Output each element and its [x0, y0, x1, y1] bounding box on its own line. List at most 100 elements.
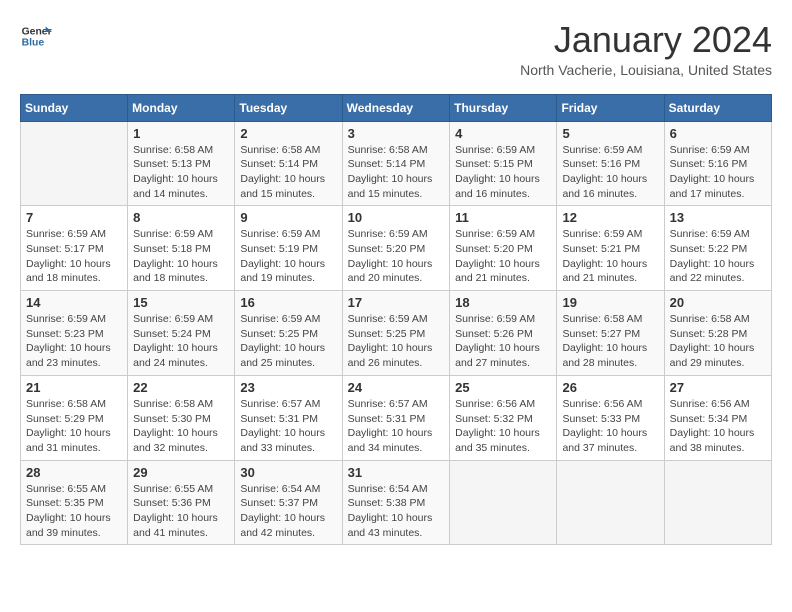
calendar-cell: 14 Sunrise: 6:59 AMSunset: 5:23 PMDayligh… [21, 291, 128, 376]
calendar-cell: 24 Sunrise: 6:57 AMSunset: 5:31 PMDayligh… [342, 375, 450, 460]
day-info: Sunrise: 6:59 AMSunset: 5:25 PMDaylight:… [348, 312, 445, 371]
svg-text:Blue: Blue [22, 38, 45, 49]
day-number: 25 [455, 380, 551, 395]
calendar-cell: 23 Sunrise: 6:57 AMSunset: 5:31 PMDayligh… [235, 375, 342, 460]
day-info: Sunrise: 6:54 AMSunset: 5:38 PMDaylight:… [348, 482, 445, 541]
day-info: Sunrise: 6:56 AMSunset: 5:33 PMDaylight:… [562, 397, 658, 456]
day-info: Sunrise: 6:59 AMSunset: 5:21 PMDaylight:… [562, 227, 658, 286]
calendar-cell: 10Sunrise: 6:59 AMSunset: 5:20 PMDayligh… [342, 206, 450, 291]
day-of-week-header: Tuesday [235, 94, 342, 121]
title-block: January 2024 North Vacherie, Louisiana, … [520, 20, 772, 78]
day-info: Sunrise: 6:59 AMSunset: 5:20 PMDaylight:… [455, 227, 551, 286]
calendar-table: SundayMondayTuesdayWednesdayThursdayFrid… [20, 94, 772, 546]
day-info: Sunrise: 6:59 AMSunset: 5:23 PMDaylight:… [26, 312, 122, 371]
day-info: Sunrise: 6:59 AMSunset: 5:26 PMDaylight:… [455, 312, 551, 371]
day-of-week-header: Thursday [450, 94, 557, 121]
day-number: 12 [562, 210, 658, 225]
day-number: 28 [26, 465, 122, 480]
day-number: 31 [348, 465, 445, 480]
calendar-cell: 1 Sunrise: 6:58 AMSunset: 5:13 PMDaylight… [128, 121, 235, 206]
day-info: Sunrise: 6:58 AMSunset: 5:28 PMDaylight:… [670, 312, 766, 371]
day-info: Sunrise: 6:58 AMSunset: 5:27 PMDaylight:… [562, 312, 658, 371]
calendar-cell: 19 Sunrise: 6:58 AMSunset: 5:27 PMDayligh… [557, 291, 664, 376]
calendar-cell [21, 121, 128, 206]
page-header: General Blue January 2024 North Vacherie… [20, 20, 772, 78]
day-number: 4 [455, 126, 551, 141]
calendar-cell: 6 Sunrise: 6:59 AMSunset: 5:16 PMDaylight… [664, 121, 771, 206]
calendar-cell: 29 Sunrise: 6:55 AMSunset: 5:36 PMDayligh… [128, 460, 235, 545]
calendar-cell: 30Sunrise: 6:54 AMSunset: 5:37 PMDayligh… [235, 460, 342, 545]
calendar-cell: 12 Sunrise: 6:59 AMSunset: 5:21 PMDayligh… [557, 206, 664, 291]
calendar-cell: 7 Sunrise: 6:59 AMSunset: 5:17 PMDaylight… [21, 206, 128, 291]
day-of-week-header: Monday [128, 94, 235, 121]
calendar-cell: 20Sunrise: 6:58 AMSunset: 5:28 PMDayligh… [664, 291, 771, 376]
calendar-cell: 22 Sunrise: 6:58 AMSunset: 5:30 PMDayligh… [128, 375, 235, 460]
day-of-week-header: Friday [557, 94, 664, 121]
day-number: 15 [133, 295, 229, 310]
day-number: 30 [240, 465, 336, 480]
calendar-week-row: 7 Sunrise: 6:59 AMSunset: 5:17 PMDaylight… [21, 206, 772, 291]
month-title: January 2024 [520, 20, 772, 60]
day-info: Sunrise: 6:59 AMSunset: 5:20 PMDaylight:… [348, 227, 445, 286]
calendar-cell [557, 460, 664, 545]
days-of-week-row: SundayMondayTuesdayWednesdayThursdayFrid… [21, 94, 772, 121]
day-info: Sunrise: 6:55 AMSunset: 5:36 PMDaylight:… [133, 482, 229, 541]
day-number: 5 [562, 126, 658, 141]
day-info: Sunrise: 6:58 AMSunset: 5:13 PMDaylight:… [133, 143, 229, 202]
day-number: 24 [348, 380, 445, 395]
day-of-week-header: Sunday [21, 94, 128, 121]
calendar-cell: 9Sunrise: 6:59 AMSunset: 5:19 PMDaylight… [235, 206, 342, 291]
calendar-cell: 11 Sunrise: 6:59 AMSunset: 5:20 PMDayligh… [450, 206, 557, 291]
calendar-cell: 4 Sunrise: 6:59 AMSunset: 5:15 PMDaylight… [450, 121, 557, 206]
day-number: 26 [562, 380, 658, 395]
day-info: Sunrise: 6:59 AMSunset: 5:15 PMDaylight:… [455, 143, 551, 202]
day-info: Sunrise: 6:56 AMSunset: 5:34 PMDaylight:… [670, 397, 766, 456]
day-number: 6 [670, 126, 766, 141]
day-info: Sunrise: 6:57 AMSunset: 5:31 PMDaylight:… [348, 397, 445, 456]
calendar-cell: 18Sunrise: 6:59 AMSunset: 5:26 PMDayligh… [450, 291, 557, 376]
calendar-cell: 8Sunrise: 6:59 AMSunset: 5:18 PMDaylight… [128, 206, 235, 291]
day-number: 19 [562, 295, 658, 310]
calendar-week-row: 21Sunrise: 6:58 AMSunset: 5:29 PMDayligh… [21, 375, 772, 460]
day-number: 17 [348, 295, 445, 310]
calendar-cell [664, 460, 771, 545]
day-info: Sunrise: 6:59 AMSunset: 5:24 PMDaylight:… [133, 312, 229, 371]
day-number: 14 [26, 295, 122, 310]
day-number: 1 [133, 126, 229, 141]
calendar-cell: 25Sunrise: 6:56 AMSunset: 5:32 PMDayligh… [450, 375, 557, 460]
calendar-cell: 21Sunrise: 6:58 AMSunset: 5:29 PMDayligh… [21, 375, 128, 460]
day-info: Sunrise: 6:59 AMSunset: 5:16 PMDaylight:… [670, 143, 766, 202]
logo-icon: General Blue [20, 20, 52, 52]
day-info: Sunrise: 6:59 AMSunset: 5:22 PMDaylight:… [670, 227, 766, 286]
calendar-cell: 15 Sunrise: 6:59 AMSunset: 5:24 PMDayligh… [128, 291, 235, 376]
calendar-cell [450, 460, 557, 545]
day-number: 23 [240, 380, 336, 395]
day-number: 29 [133, 465, 229, 480]
day-info: Sunrise: 6:55 AMSunset: 5:35 PMDaylight:… [26, 482, 122, 541]
day-number: 7 [26, 210, 122, 225]
calendar-cell: 26 Sunrise: 6:56 AMSunset: 5:33 PMDayligh… [557, 375, 664, 460]
day-number: 21 [26, 380, 122, 395]
calendar-cell: 31 Sunrise: 6:54 AMSunset: 5:38 PMDayligh… [342, 460, 450, 545]
day-info: Sunrise: 6:58 AMSunset: 5:30 PMDaylight:… [133, 397, 229, 456]
day-number: 9 [240, 210, 336, 225]
day-info: Sunrise: 6:59 AMSunset: 5:17 PMDaylight:… [26, 227, 122, 286]
calendar-week-row: 14 Sunrise: 6:59 AMSunset: 5:23 PMDayligh… [21, 291, 772, 376]
calendar-header: SundayMondayTuesdayWednesdayThursdayFrid… [21, 94, 772, 121]
day-number: 11 [455, 210, 551, 225]
day-of-week-header: Wednesday [342, 94, 450, 121]
calendar-cell: 16Sunrise: 6:59 AMSunset: 5:25 PMDayligh… [235, 291, 342, 376]
day-info: Sunrise: 6:58 AMSunset: 5:14 PMDaylight:… [348, 143, 445, 202]
location-subtitle: North Vacherie, Louisiana, United States [520, 62, 772, 78]
day-number: 13 [670, 210, 766, 225]
calendar-cell: 5Sunrise: 6:59 AMSunset: 5:16 PMDaylight… [557, 121, 664, 206]
day-number: 22 [133, 380, 229, 395]
day-info: Sunrise: 6:59 AMSunset: 5:25 PMDaylight:… [240, 312, 336, 371]
calendar-cell: 13 Sunrise: 6:59 AMSunset: 5:22 PMDayligh… [664, 206, 771, 291]
day-number: 3 [348, 126, 445, 141]
calendar-cell: 3 Sunrise: 6:58 AMSunset: 5:14 PMDaylight… [342, 121, 450, 206]
calendar-cell: 27Sunrise: 6:56 AMSunset: 5:34 PMDayligh… [664, 375, 771, 460]
day-number: 2 [240, 126, 336, 141]
calendar-body: 1 Sunrise: 6:58 AMSunset: 5:13 PMDaylight… [21, 121, 772, 545]
day-info: Sunrise: 6:57 AMSunset: 5:31 PMDaylight:… [240, 397, 336, 456]
